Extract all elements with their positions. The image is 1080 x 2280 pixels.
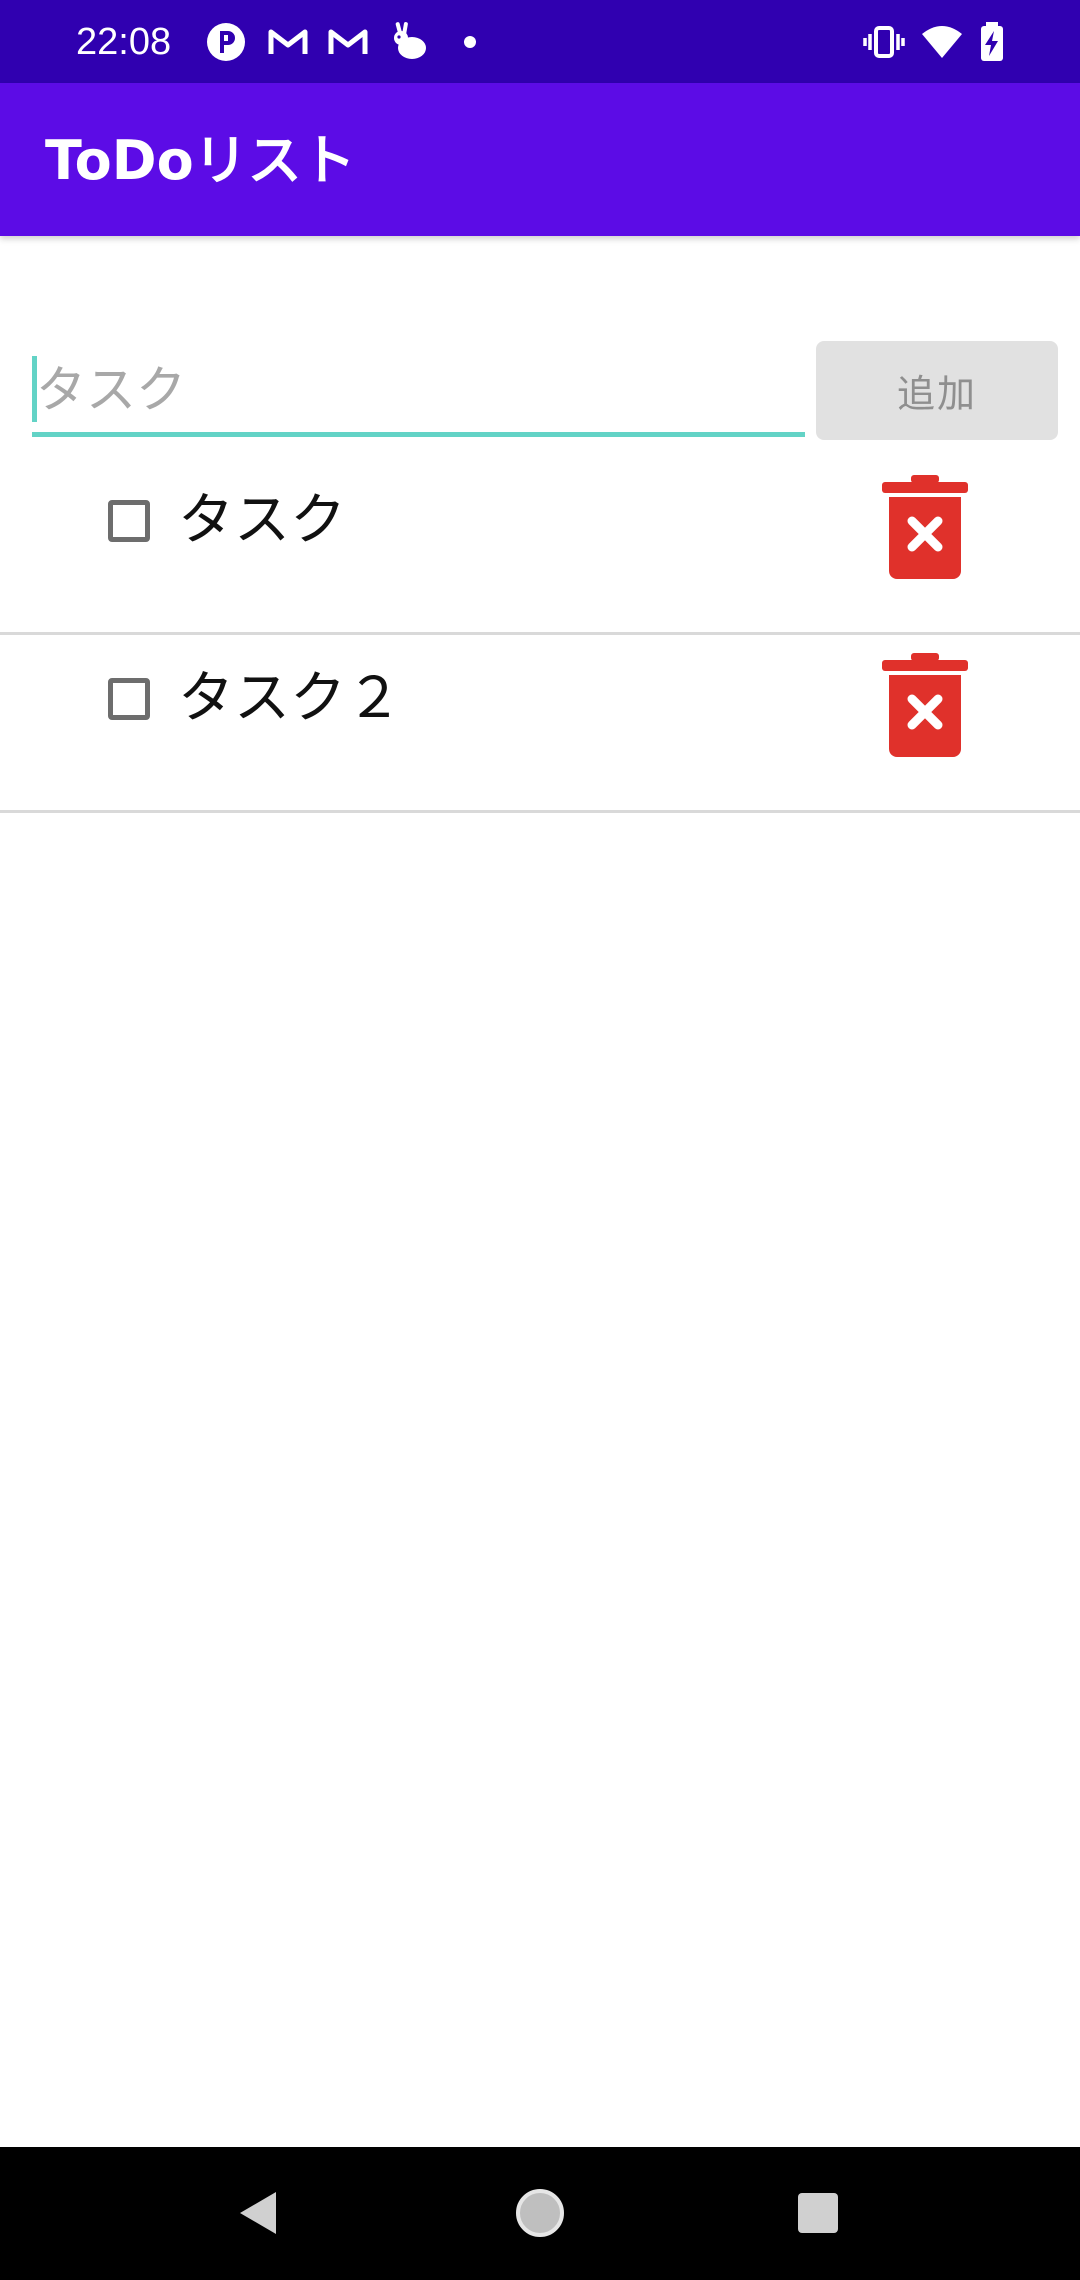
rabbit-app-icon [388,20,432,64]
p-app-icon [204,20,248,64]
dot-icon [456,20,500,64]
wifi-icon [920,20,964,64]
battery-charging-icon [970,20,1014,64]
text-cursor [32,356,37,422]
recents-icon[interactable] [787,2182,849,2244]
home-icon[interactable] [509,2182,571,2244]
navigation-bar [0,2147,1080,2280]
task-label: タスク [178,488,346,553]
trash-x-icon [882,475,968,579]
status-time: 22:08 [76,21,172,63]
task-input-container [32,348,805,438]
trash-x-icon [882,653,968,757]
delete-button[interactable] [880,653,970,757]
app-bar: ToDoリスト [0,83,1080,236]
app-title: ToDoリスト [45,129,356,192]
task-label: タスク２ [178,666,402,731]
list-item: タスク [0,457,1080,635]
task-checkbox[interactable] [108,678,150,720]
task-checkbox[interactable] [108,500,150,542]
input-underline [32,432,805,437]
row-divider [0,810,1080,813]
add-button[interactable]: 追加 [816,341,1058,440]
delete-button[interactable] [880,475,970,579]
list-item: タスク２ [0,635,1080,813]
status-bar: 22:08 [0,0,1080,83]
screen: 22:08 ToDoリスト タスク 追加 タスク タスク２ [0,0,1080,2280]
gmail-icon [266,20,310,64]
task-input[interactable] [32,348,805,432]
vibrate-icon [862,20,906,64]
gmail-icon [326,20,370,64]
back-icon[interactable] [228,2182,290,2244]
